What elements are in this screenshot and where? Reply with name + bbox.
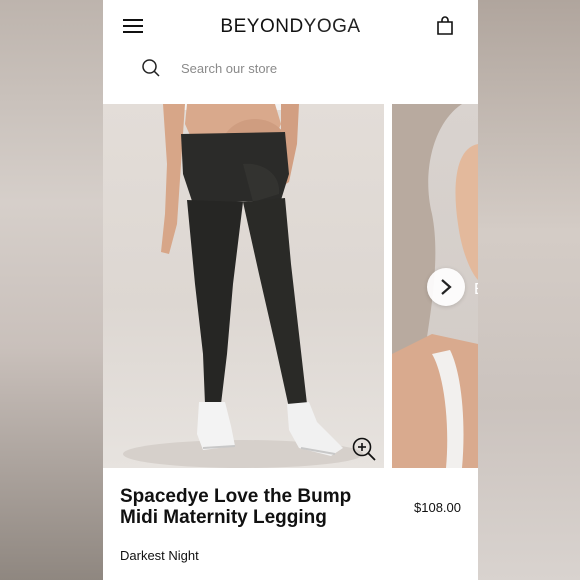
logo-text-yoga: YOGA: [303, 16, 361, 37]
logo-text-beyond: BEYOND: [220, 16, 304, 37]
product-color-name: Darkest Night: [120, 548, 199, 563]
zoom-in-icon[interactable]: [351, 436, 377, 462]
product-price: $108.00: [414, 500, 461, 515]
site-header: BEYONDYOGA: [103, 0, 478, 56]
chevron-right-icon: [441, 279, 452, 295]
product-title: Spacedye Love the Bump Midi Maternity Le…: [120, 486, 352, 528]
search-icon[interactable]: [141, 58, 161, 78]
product-photo-legging-model: [123, 104, 363, 468]
search-input[interactable]: [181, 56, 441, 80]
product-image-main[interactable]: [103, 104, 384, 468]
next-slide-partial-text: E: [474, 281, 478, 298]
next-image-button[interactable]: [427, 268, 465, 306]
brand-logo[interactable]: BEYONDYOGA: [103, 16, 478, 38]
background-blur-right: [478, 0, 580, 580]
background-blur-left: [0, 0, 103, 580]
shopping-bag-icon[interactable]: [436, 16, 454, 36]
search-bar: [103, 56, 478, 104]
mobile-page: BEYONDYOGA Search our store Spacedye Lov…: [103, 0, 478, 580]
product-image-gallery: E: [103, 104, 478, 468]
